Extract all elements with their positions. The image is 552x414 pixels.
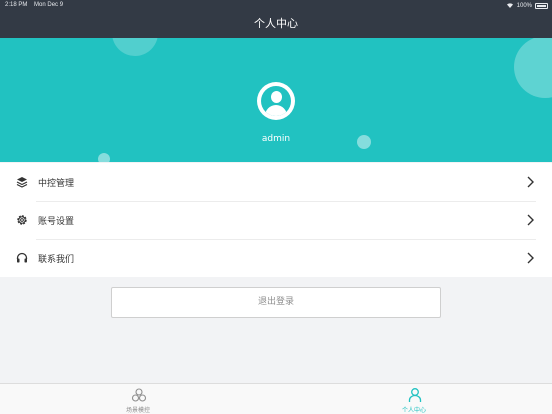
menu-item-contact-us[interactable]: 联系我们 (0, 239, 552, 277)
headset-icon (16, 252, 28, 263)
gear-icon (17, 215, 27, 225)
status-date: Mon Dec 9 (34, 1, 64, 8)
menu-item-label: 联系我们 (38, 254, 75, 265)
status-time: 2:18 PM (5, 1, 28, 8)
menu-item-label: 中控管理 (38, 178, 75, 189)
tab-label: 个人中心 (401, 407, 426, 414)
decorative-bubble (514, 38, 552, 98)
tab-label: 场景模控 (125, 407, 150, 414)
scenes-icon (131, 388, 147, 402)
profile-header: admin (0, 38, 552, 162)
chevron-right-icon (527, 176, 534, 188)
chevron-right-icon (527, 252, 534, 264)
person-icon (408, 388, 422, 402)
menu-item-central-control[interactable]: 中控管理 (0, 163, 552, 201)
logout-button[interactable]: 退出登录 (111, 287, 441, 318)
decorative-bubble (112, 38, 158, 56)
menu-item-label: 账号设置 (38, 216, 75, 227)
decorative-bubble (98, 153, 110, 162)
user-avatar-icon[interactable] (257, 82, 295, 120)
nav-bar: 个人中心 (0, 10, 552, 38)
battery-icon (535, 2, 548, 9)
status-bar: 2:18 PM Mon Dec 9 100% (0, 0, 552, 10)
tab-scenes[interactable]: 场景模控 (0, 384, 276, 414)
tab-personal-center[interactable]: 个人中心 (276, 384, 552, 414)
layers-icon (16, 177, 28, 188)
settings-menu: 中控管理 账号设置 联系我们 (0, 163, 552, 277)
menu-item-account-settings[interactable]: 账号设置 (0, 201, 552, 239)
battery-percent: 100% (516, 2, 532, 9)
tab-bar: 场景模控 个人中心 (0, 383, 552, 414)
wifi-icon (506, 2, 514, 10)
chevron-right-icon (527, 214, 534, 226)
page-title: 个人中心 (254, 17, 298, 30)
username: admin (261, 134, 291, 144)
